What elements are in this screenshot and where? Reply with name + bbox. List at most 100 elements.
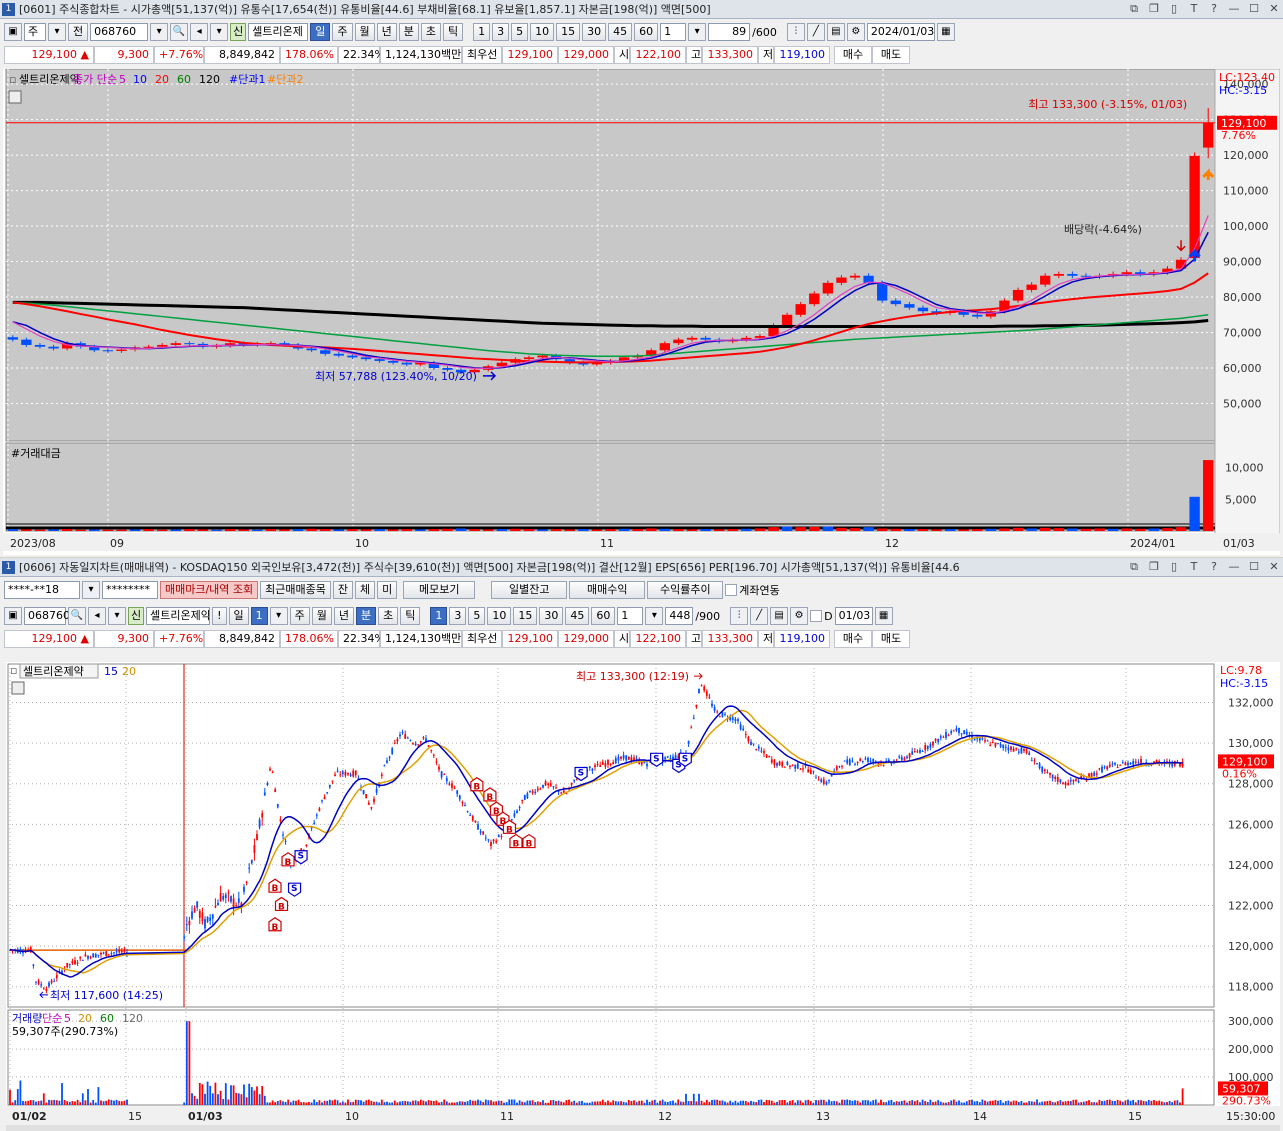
gear-icon[interactable]: ⚙	[790, 607, 809, 625]
layout-icon[interactable]: ▣	[4, 23, 22, 41]
filled-button[interactable]: 체	[355, 581, 376, 599]
layout-icon[interactable]: ▣	[4, 607, 22, 625]
close-icon[interactable]: ✕	[1265, 2, 1283, 16]
calendar-icon[interactable]: ▦	[936, 23, 955, 41]
grid-toggle-icon[interactable]	[8, 90, 22, 104]
period-day[interactable]: 일	[228, 607, 249, 625]
period-month[interactable]: 월	[311, 607, 332, 625]
interval-15[interactable]: 15	[556, 23, 581, 41]
buy-button[interactable]: 매수	[834, 630, 872, 648]
unfilled-button[interactable]: 미	[377, 581, 398, 599]
interval-3[interactable]: 3	[492, 23, 510, 41]
help-icon[interactable]: ?	[1205, 560, 1223, 574]
chevron-down-icon[interactable]: ▾	[210, 23, 229, 41]
period-tick[interactable]: 틱	[400, 607, 421, 625]
minimize-icon[interactable]: —	[1225, 2, 1243, 16]
search-icon[interactable]: 🔍	[68, 607, 86, 625]
bar-count-input[interactable]: 448	[665, 607, 694, 625]
interval-45[interactable]: 45	[608, 23, 633, 41]
balance-button[interactable]: 잔	[332, 581, 354, 599]
alert-button[interactable]: !	[212, 607, 227, 625]
interval-60[interactable]: 60	[591, 607, 616, 625]
account-link-checkbox[interactable]	[725, 584, 738, 596]
period-second[interactable]: 초	[420, 23, 441, 41]
date-input[interactable]: 01/03	[834, 607, 873, 625]
chevron-down-icon[interactable]: ▾	[269, 607, 288, 625]
chevron-down-icon[interactable]: ▾	[82, 581, 100, 599]
close-icon[interactable]: ✕	[1265, 560, 1283, 574]
gear-icon[interactable]: ⚙	[846, 23, 865, 41]
interval-1[interactable]: 1	[430, 607, 448, 625]
stock-code-input[interactable]: 068760	[24, 607, 70, 625]
period-minute[interactable]: 분	[356, 607, 377, 625]
minute-chart-area[interactable]: 132,000 130,000 128,000 126,000 124,000 122,0…	[6, 662, 1280, 1131]
interval-10[interactable]: 10	[487, 607, 512, 625]
interval-30[interactable]: 30	[582, 23, 607, 41]
recent-trades-button[interactable]: 최근매매종목	[260, 581, 331, 599]
maximize-icon[interactable]: ☐	[1245, 2, 1263, 16]
trade-profit-button[interactable]: 매매수익	[569, 581, 646, 599]
indicator-icon[interactable]: ⫶	[786, 23, 805, 41]
save-icon[interactable]: ▤	[770, 607, 789, 625]
return-trend-button[interactable]: 수익률추이	[647, 581, 724, 599]
daily-balance-button[interactable]: 일별잔고	[491, 581, 568, 599]
market-type-select[interactable]: 주	[24, 23, 46, 41]
buy-button[interactable]: 매수	[834, 46, 872, 64]
interval-count-select[interactable]: 1	[660, 23, 687, 41]
chevron-down-icon[interactable]: ▾	[48, 23, 66, 41]
interval-1[interactable]: 1	[473, 23, 491, 41]
link-icon[interactable]: ⧉	[1125, 560, 1143, 574]
scrollbar-track[interactable]	[6, 1125, 1280, 1131]
account-select[interactable]: ****-**18	[4, 581, 80, 599]
chevron-down-icon[interactable]: ▾	[688, 23, 707, 41]
stock-code-input[interactable]: 068760	[90, 23, 149, 41]
period-num-select[interactable]: 1	[250, 607, 268, 625]
interval-45[interactable]: 45	[565, 607, 590, 625]
period-month[interactable]: 월	[354, 23, 375, 41]
draw-tool-icon[interactable]: ╱	[750, 607, 769, 625]
interval-15[interactable]: 15	[513, 607, 538, 625]
search-icon[interactable]: 🔍	[170, 23, 189, 41]
interval-3[interactable]: 3	[449, 607, 467, 625]
interval-5[interactable]: 5	[511, 23, 529, 41]
period-year[interactable]: 년	[376, 23, 397, 41]
interval-count-select[interactable]: 1	[617, 607, 644, 625]
chevron-down-icon[interactable]: ▾	[150, 23, 169, 41]
date-checkbox[interactable]	[810, 610, 823, 622]
grid-toggle-icon[interactable]	[11, 681, 25, 695]
indicator-icon[interactable]: ⫶	[730, 607, 749, 625]
speaker-icon[interactable]: ◂	[88, 607, 106, 625]
copy-icon[interactable]: ❐	[1145, 560, 1163, 574]
period-year[interactable]: 년	[333, 607, 355, 625]
font-icon[interactable]: T	[1185, 2, 1203, 16]
speaker-icon[interactable]: ◂	[190, 23, 209, 41]
price-pane[interactable]	[5, 68, 1216, 442]
help-icon[interactable]: ?	[1205, 2, 1223, 16]
sell-button[interactable]: 매도	[872, 630, 910, 648]
interval-5[interactable]: 5	[468, 607, 486, 625]
period-week[interactable]: 주	[332, 23, 353, 41]
date-input[interactable]: 2024/01/03	[866, 23, 935, 41]
daily-chart-area[interactable]: ▫셀트리온제약종가 단순5102060120#단과1#단과2140,000130…	[3, 68, 1281, 555]
chevron-down-icon[interactable]: ▾	[645, 607, 664, 625]
maximize-icon[interactable]: ☐	[1245, 560, 1263, 574]
period-tick[interactable]: 틱	[443, 23, 464, 41]
period-minute[interactable]: 분	[398, 23, 419, 41]
price-pane[interactable]	[7, 663, 1215, 1008]
minute-chart-svg[interactable]: 132,000130,000128,000126,000124,000122,0…	[6, 662, 1280, 1131]
period-day[interactable]: 일	[310, 23, 331, 41]
calendar-icon[interactable]: ▦	[874, 607, 893, 625]
minimize-icon[interactable]: —	[1225, 560, 1243, 574]
save-icon[interactable]: ▤	[826, 23, 845, 41]
interval-60[interactable]: 60	[634, 23, 659, 41]
chevron-down-icon[interactable]: ▾	[108, 607, 126, 625]
font-icon[interactable]: T	[1185, 560, 1203, 574]
memo-button[interactable]: 메모보기	[403, 581, 476, 599]
prev-button[interactable]: 전	[68, 23, 89, 41]
period-week[interactable]: 주	[289, 607, 310, 625]
pin-icon[interactable]: ▯	[1165, 2, 1183, 16]
volume-pane[interactable]	[5, 442, 1216, 532]
copy-icon[interactable]: ❐	[1145, 2, 1163, 16]
link-icon[interactable]: ⧉	[1125, 2, 1143, 16]
pin-icon[interactable]: ▯	[1165, 560, 1183, 574]
